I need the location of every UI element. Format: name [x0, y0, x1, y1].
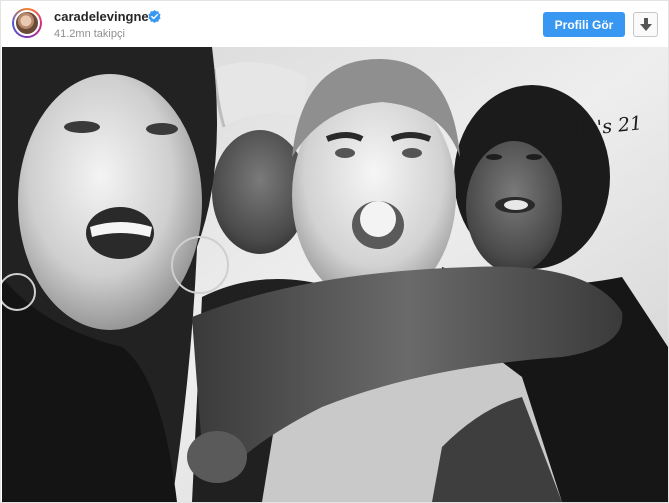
- avatar-image: [14, 10, 40, 36]
- post-photo: Kylie's 21: [2, 47, 668, 502]
- view-profile-button[interactable]: Profili Gör: [543, 12, 625, 37]
- hand: [187, 431, 247, 483]
- username[interactable]: caradelevingne: [54, 9, 149, 24]
- avatar[interactable]: [12, 8, 42, 38]
- post-header: caradelevingne 41.2mn takipçi Profili Gö…: [1, 1, 668, 47]
- follower-count: 41.2mn takipçi: [54, 28, 125, 40]
- post-card: caradelevingne 41.2mn takipçi Profili Gö…: [0, 0, 669, 503]
- download-button[interactable]: [633, 12, 658, 37]
- verified-badge-icon: [148, 10, 161, 23]
- photo-scene: [2, 47, 668, 502]
- download-arrow-icon: [639, 17, 652, 31]
